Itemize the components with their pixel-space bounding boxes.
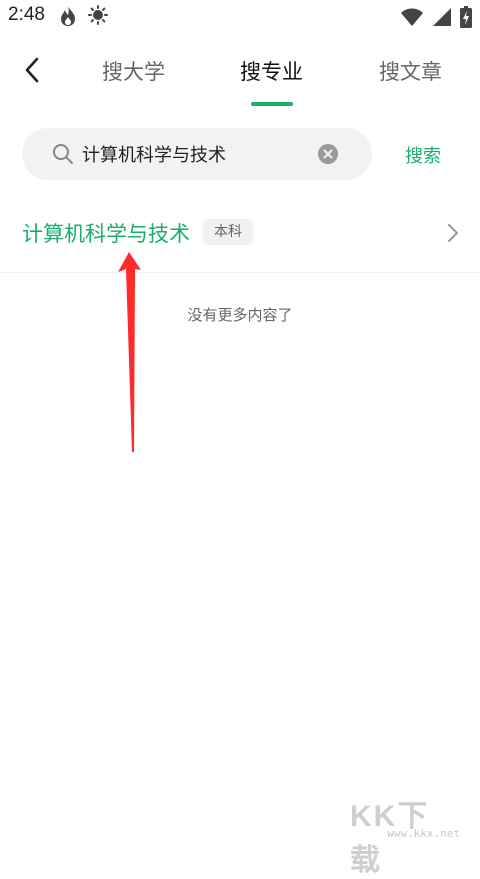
clear-circle-icon (318, 144, 338, 164)
annotation-arrow (118, 252, 141, 452)
flame-icon (58, 5, 78, 31)
active-tab-indicator (251, 102, 293, 106)
tab-universities[interactable]: 搜大学 (102, 56, 165, 86)
brightness-icon (88, 5, 108, 31)
end-of-list-message: 没有更多内容了 (187, 306, 293, 324)
status-right-icons (400, 6, 472, 32)
search-icon (52, 143, 74, 169)
chevron-right-icon (446, 222, 460, 248)
status-bar: 2:48 (0, 0, 480, 34)
search-button[interactable]: 搜索 (405, 142, 441, 168)
status-left-icons (58, 5, 108, 31)
search-row: 搜索 (0, 128, 480, 182)
back-button[interactable] (18, 54, 50, 86)
wifi-icon (400, 7, 424, 31)
clear-button[interactable] (317, 143, 339, 169)
status-time: 2:48 (8, 4, 45, 25)
nav-bar: 搜大学 搜专业 搜文章 (0, 42, 480, 112)
tab-majors[interactable]: 搜专业 (240, 56, 303, 86)
watermark-url: www.kkx.net (387, 827, 460, 840)
back-chevron-icon (25, 57, 39, 83)
result-item[interactable]: 计算机科学与技术 本科 (0, 204, 480, 272)
tab-articles[interactable]: 搜文章 (379, 56, 442, 86)
watermark: KK下载 www.kkx.net (350, 791, 460, 877)
divider (0, 272, 480, 273)
search-input[interactable] (82, 142, 312, 166)
degree-badge: 本科 (203, 219, 253, 245)
battery-icon (460, 6, 472, 32)
search-box (22, 128, 372, 180)
result-title: 计算机科学与技术 (22, 222, 190, 246)
signal-icon (432, 7, 452, 31)
